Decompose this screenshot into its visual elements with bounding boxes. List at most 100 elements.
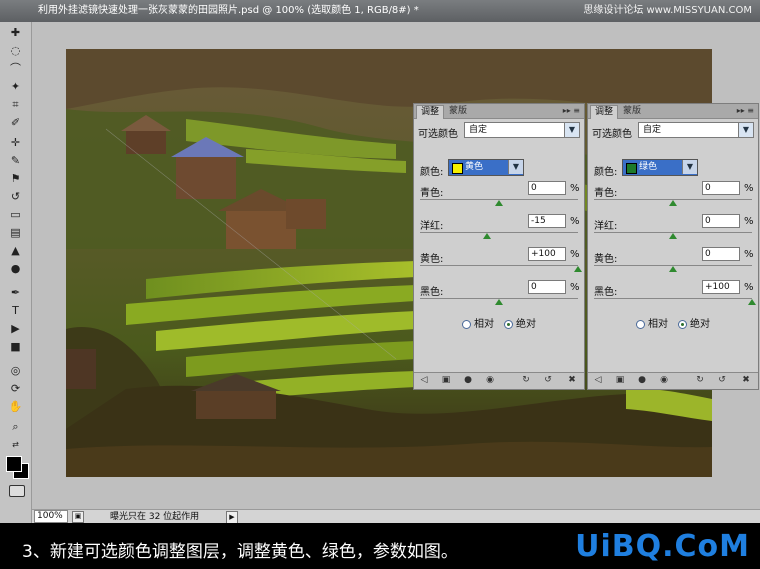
clip-layer-icon[interactable]: ●: [636, 375, 648, 386]
black-input[interactable]: +100: [702, 280, 740, 294]
yellow-input[interactable]: 0: [702, 247, 740, 261]
zoom-tool-icon[interactable]: ⌕: [5, 418, 26, 435]
chevron-down-icon[interactable]: ▼: [508, 160, 523, 174]
cyan-label: 青色:: [594, 188, 618, 199]
foreground-color-swatch[interactable]: [6, 456, 22, 472]
hand-tool-icon[interactable]: ✋: [5, 398, 26, 415]
3d-orbit-tool-icon[interactable]: ⟳: [5, 380, 26, 397]
panel-menu-icon[interactable]: ▸▸ ≡: [563, 105, 580, 117]
pen-tool-icon[interactable]: ✒: [5, 284, 26, 301]
absolute-radio[interactable]: [504, 320, 513, 329]
back-arrow-icon[interactable]: ◁: [592, 375, 604, 386]
healing-brush-tool-icon[interactable]: ✛: [5, 134, 26, 151]
color-select[interactable]: 绿色 ▼: [622, 159, 698, 176]
expand-view-icon[interactable]: ▣: [614, 375, 626, 386]
percent-unit: %: [744, 249, 754, 260]
visibility-eye-icon[interactable]: ◉: [484, 375, 496, 386]
magenta-label: 洋红:: [420, 221, 444, 232]
tab-masks[interactable]: 蒙版: [445, 105, 471, 118]
magenta-input[interactable]: 0: [702, 214, 740, 228]
chevron-down-icon[interactable]: ▼: [682, 160, 697, 174]
cyan-slider-thumb[interactable]: [669, 200, 677, 206]
lasso-tool-icon[interactable]: ⌒: [5, 60, 26, 77]
dodge-tool-icon[interactable]: ●: [5, 260, 26, 277]
relative-radio[interactable]: [636, 320, 645, 329]
percent-unit: %: [570, 183, 580, 194]
magenta-slider-thumb[interactable]: [669, 233, 677, 239]
shape-tool-icon[interactable]: ■: [5, 338, 26, 355]
preset-select[interactable]: 自定 ▼: [464, 122, 580, 138]
delete-trash-icon[interactable]: ✖: [566, 375, 578, 386]
percent-unit: %: [570, 249, 580, 260]
reset-icon[interactable]: ↺: [716, 375, 728, 386]
magenta-input[interactable]: -15: [528, 214, 566, 228]
history-brush-tool-icon[interactable]: ↺: [5, 188, 26, 205]
delete-trash-icon[interactable]: ✖: [740, 375, 752, 386]
tab-adjustments[interactable]: 调整: [590, 105, 619, 119]
move-tool-icon[interactable]: ✚: [5, 24, 26, 41]
cyan-input[interactable]: 0: [702, 181, 740, 195]
reset-icon[interactable]: ↺: [542, 375, 554, 386]
magenta-slider-thumb[interactable]: [483, 233, 492, 239]
cyan-slider-thumb[interactable]: [495, 200, 503, 206]
black-slider-track[interactable]: [594, 298, 752, 299]
brush-tool-icon[interactable]: ✎: [5, 152, 26, 169]
magenta-slider-track[interactable]: [420, 232, 578, 233]
black-slider-thumb[interactable]: [748, 299, 756, 305]
panel-menu-icon[interactable]: ▸▸ ≡: [737, 105, 754, 117]
gradient-tool-icon[interactable]: ▤: [5, 224, 26, 241]
relative-radio[interactable]: [462, 320, 471, 329]
crop-tool-icon[interactable]: ⌗: [5, 96, 26, 113]
adjustments-panel-green: 调整 蒙版 ▸▸ ≡ 可选颜色 自定 ▼ 颜色: 绿色 ▼ 青色: 0 % 洋红…: [587, 103, 759, 390]
visibility-eye-icon[interactable]: ◉: [658, 375, 670, 386]
blur-tool-icon[interactable]: ▲: [5, 242, 26, 259]
absolute-radio-label: 绝对: [516, 319, 536, 330]
percent-unit: %: [570, 282, 580, 293]
type-tool-icon[interactable]: T: [5, 302, 26, 319]
color-select-value: 绿色: [639, 162, 658, 172]
back-arrow-icon[interactable]: ◁: [418, 375, 430, 386]
color-label: 颜色:: [594, 167, 618, 178]
method-radio-group: 相对 绝对: [462, 318, 572, 332]
black-slider-thumb[interactable]: [495, 299, 503, 305]
document-info-icon[interactable]: ▣: [72, 511, 84, 523]
zoom-level-field[interactable]: 100%: [34, 510, 68, 523]
marquee-tool-icon[interactable]: ◌: [5, 42, 26, 59]
clone-stamp-tool-icon[interactable]: ⚑: [5, 170, 26, 187]
eraser-tool-icon[interactable]: ▭: [5, 206, 26, 223]
yellow-label: 黄色:: [420, 254, 444, 265]
cyan-input[interactable]: 0: [528, 181, 566, 195]
color-label: 颜色:: [420, 167, 444, 178]
black-input[interactable]: 0: [528, 280, 566, 294]
color-select[interactable]: 黄色 ▼: [448, 159, 524, 176]
swap-colors-icon[interactable]: ⇄: [5, 436, 26, 453]
3d-rotate-tool-icon[interactable]: ◎: [5, 362, 26, 379]
percent-unit: %: [744, 282, 754, 293]
panel-tabbar: 调整 蒙版 ▸▸ ≡: [414, 104, 584, 119]
view-previous-icon[interactable]: ↻: [520, 375, 532, 386]
chevron-down-icon[interactable]: ▼: [738, 123, 753, 137]
caption-bar: 3、新建可选颜色调整图层，调整黄色、绿色，参数如图。 UiBQ.CoM: [0, 523, 760, 569]
expand-view-icon[interactable]: ▣: [440, 375, 452, 386]
tab-masks[interactable]: 蒙版: [619, 105, 645, 118]
tutorial-caption: 3、新建可选颜色调整图层，调整黄色、绿色，参数如图。: [22, 542, 458, 562]
path-select-tool-icon[interactable]: ▶: [5, 320, 26, 337]
tab-adjustments[interactable]: 调整: [416, 105, 445, 119]
view-previous-icon[interactable]: ↻: [694, 375, 706, 386]
yellow-slider-thumb[interactable]: [669, 266, 677, 272]
panel-title: 可选颜色: [592, 129, 632, 140]
adjustments-panel-yellow: 调整 蒙版 ▸▸ ≡ 可选颜色 自定 ▼ 颜色: 黄色 ▼ 青色: 0 % 洋红…: [413, 103, 585, 390]
color-swatch: [626, 163, 637, 174]
chevron-down-icon[interactable]: ▼: [564, 123, 579, 137]
yellow-slider-track[interactable]: [420, 265, 578, 266]
yellow-slider-thumb[interactable]: [574, 266, 582, 272]
preset-select[interactable]: 自定 ▼: [638, 122, 754, 138]
eyedropper-tool-icon[interactable]: ✐: [5, 114, 26, 131]
preset-value: 自定: [469, 125, 488, 135]
quick-mask-icon[interactable]: [9, 485, 25, 497]
quick-select-tool-icon[interactable]: ✦: [5, 78, 26, 95]
color-swatch: [452, 163, 463, 174]
yellow-input[interactable]: +100: [528, 247, 566, 261]
absolute-radio[interactable]: [678, 320, 687, 329]
clip-layer-icon[interactable]: ●: [462, 375, 474, 386]
